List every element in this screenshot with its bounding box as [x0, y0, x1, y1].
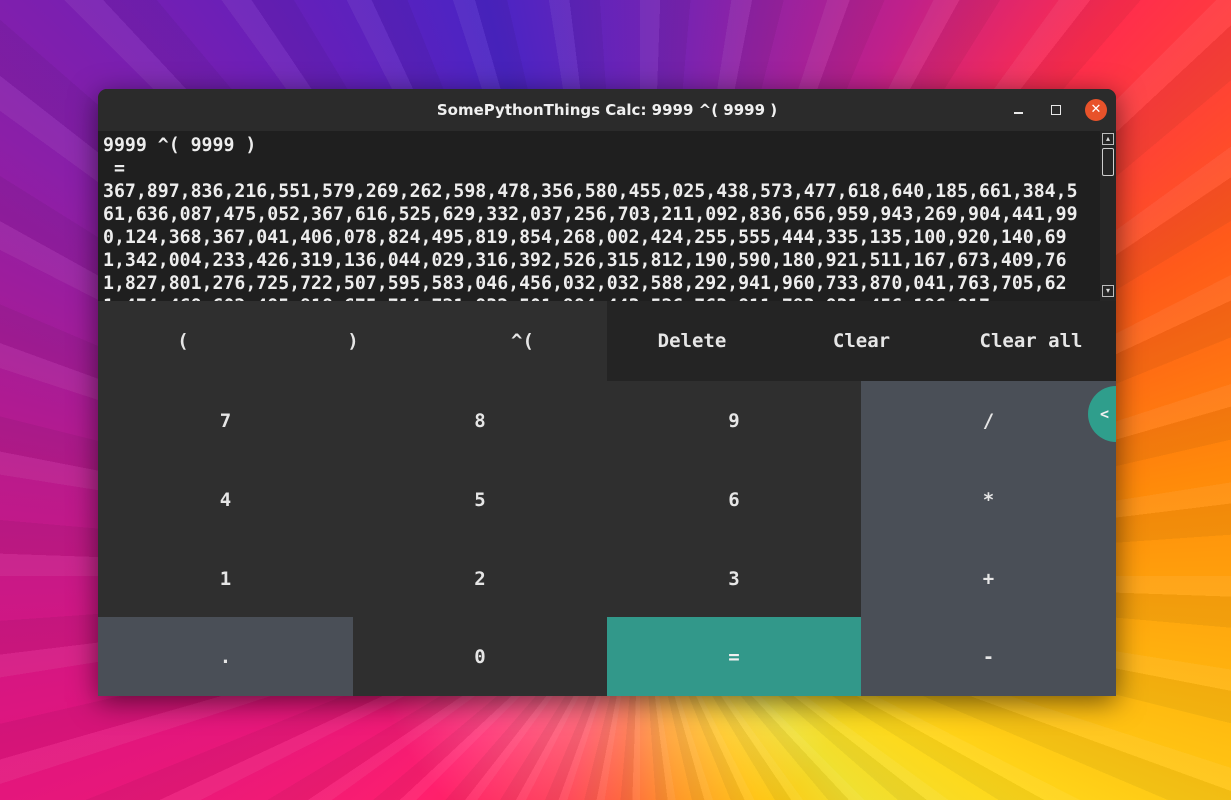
digit-7-button[interactable]: 7 — [98, 381, 353, 460]
decimal-point-button[interactable]: . — [98, 617, 353, 696]
digit-4-label: 4 — [219, 488, 232, 511]
equals-button[interactable]: = — [607, 617, 861, 696]
display-text: 9999 ^( 9999 ) = 367,897,836,216,551,579… — [103, 135, 1078, 301]
scroll-thumb[interactable] — [1102, 148, 1114, 176]
plus-label: + — [982, 567, 995, 590]
divide-button[interactable]: / — [861, 381, 1116, 460]
digit-3-label: 3 — [728, 567, 740, 590]
title-bar[interactable]: SomePythonThings Calc: 9999 ^( 9999 ) ✕ — [98, 89, 1116, 131]
equals-label: = — [728, 645, 740, 668]
digit-0-label: 0 — [474, 645, 486, 668]
chevron-left-icon: < — [1100, 405, 1110, 423]
minus-button[interactable]: - — [861, 617, 1116, 696]
digit-9-button[interactable]: 9 — [607, 381, 861, 460]
scroll-down-arrow-icon[interactable]: ▾ — [1102, 285, 1114, 297]
result-display[interactable]: 9999 ^( 9999 ) = 367,897,836,216,551,579… — [98, 131, 1116, 301]
open-paren-button[interactable]: ( — [98, 301, 268, 381]
digit-6-label: 6 — [728, 488, 740, 511]
scroll-up-arrow-icon[interactable]: ▴ — [1102, 133, 1114, 145]
delete-button[interactable]: Delete — [607, 301, 777, 381]
decimal-point-label: . — [219, 645, 232, 668]
window-title: SomePythonThings Calc: 9999 ^( 9999 ) — [436, 101, 778, 119]
close-paren-label: ) — [347, 330, 359, 352]
display-scrollbar[interactable]: ▴ ▾ — [1100, 131, 1116, 301]
power-button[interactable]: ^( — [438, 301, 607, 381]
minimize-button[interactable] — [1007, 99, 1029, 121]
digit-8-button[interactable]: 8 — [353, 381, 607, 460]
digit-3-button[interactable]: 3 — [607, 539, 861, 618]
digit-0-button[interactable]: 0 — [353, 617, 607, 696]
digit-7-label: 7 — [219, 409, 232, 432]
digit-9-label: 9 — [728, 409, 740, 432]
maximize-button[interactable] — [1045, 99, 1067, 121]
open-paren-label: ( — [177, 330, 189, 352]
multiply-button[interactable]: * — [861, 460, 1116, 539]
divide-label: / — [982, 409, 995, 432]
clear-all-label: Clear all — [979, 330, 1083, 352]
close-paren-button[interactable]: ) — [268, 301, 438, 381]
digit-1-button[interactable]: 1 — [98, 539, 353, 618]
plus-button[interactable]: + — [861, 539, 1116, 618]
calculator-window: SomePythonThings Calc: 9999 ^( 9999 ) ✕ … — [98, 89, 1116, 696]
digit-2-button[interactable]: 2 — [353, 539, 607, 618]
multiply-label: * — [982, 488, 995, 511]
power-label: ^( — [511, 330, 534, 352]
digit-4-button[interactable]: 4 — [98, 460, 353, 539]
close-icon: ✕ — [1090, 102, 1102, 117]
digit-5-label: 5 — [474, 488, 486, 511]
close-button[interactable]: ✕ — [1085, 99, 1107, 121]
digit-2-label: 2 — [474, 567, 486, 590]
minus-label: - — [982, 645, 995, 668]
clear-button[interactable]: Clear — [777, 301, 946, 381]
clear-all-button[interactable]: Clear all — [946, 301, 1116, 381]
digit-1-label: 1 — [219, 567, 232, 590]
maximize-icon — [1051, 105, 1061, 115]
digit-6-button[interactable]: 6 — [607, 460, 861, 539]
delete-label: Delete — [657, 330, 727, 352]
minimize-icon — [1013, 112, 1023, 114]
clear-label: Clear — [832, 330, 891, 352]
digit-5-button[interactable]: 5 — [353, 460, 607, 539]
digit-8-label: 8 — [474, 409, 486, 432]
